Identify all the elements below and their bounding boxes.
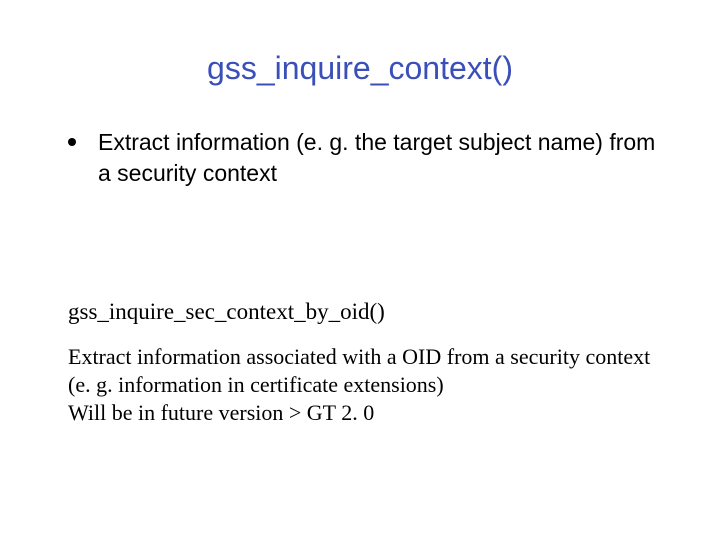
bullet-list: Extract information (e. g. the target su… <box>68 127 660 189</box>
slide-title: gss_inquire_context() <box>60 50 660 87</box>
secondary-body-line2: Will be in future version > GT 2. 0 <box>68 400 374 425</box>
secondary-section: gss_inquire_sec_context_by_oid() Extract… <box>68 299 660 427</box>
slide: gss_inquire_context() Extract informatio… <box>0 0 720 540</box>
bullet-icon <box>68 138 76 146</box>
bullet-item: Extract information (e. g. the target su… <box>68 127 660 189</box>
secondary-body-line1: Extract information associated with a OI… <box>68 344 650 397</box>
bullet-text: Extract information (e. g. the target su… <box>98 127 660 189</box>
secondary-title: gss_inquire_sec_context_by_oid() <box>68 299 660 325</box>
secondary-body: Extract information associated with a OI… <box>68 343 660 427</box>
